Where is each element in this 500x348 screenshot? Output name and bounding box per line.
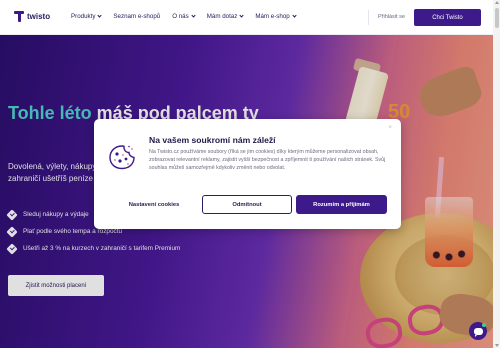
- chat-bubble-icon: [473, 327, 483, 337]
- logo-text: twisto: [27, 12, 51, 21]
- cookie-dialog-text: Na Twisto.cz používáme soubory (říká se …: [149, 149, 386, 172]
- accept-cookies-button[interactable]: Rozumím a přijímám: [296, 195, 387, 214]
- scroll-down-arrow-icon[interactable]: [494, 344, 499, 347]
- scroll-up-arrow-icon[interactable]: [494, 1, 499, 4]
- chat-button[interactable]: [469, 322, 487, 340]
- chevron-down-icon: [97, 13, 103, 18]
- scrollbar-thumb[interactable]: [494, 8, 499, 28]
- nav-label: O nás: [172, 13, 189, 20]
- header-divider: [368, 10, 369, 25]
- site-header: twisto Produkty Seznam e-shopů O nás Mám…: [0, 0, 493, 35]
- twisto-logo-icon: [14, 11, 24, 22]
- nav-item-seznam-eshopu[interactable]: Seznam e-shopů: [113, 13, 160, 20]
- nav-label: Mám dotaz: [206, 13, 238, 20]
- nav-label: Mám e-shop: [255, 13, 290, 20]
- nav-item-mam-dotaz[interactable]: Mám dotaz: [207, 13, 244, 20]
- online-status-dot: [482, 323, 486, 327]
- nav-label: Produkty: [71, 13, 96, 20]
- chevron-down-icon: [239, 13, 244, 18]
- cookie-dialog-title: Na vašem soukromí nám záleží: [149, 135, 276, 145]
- get-twisto-button[interactable]: Chci Twisto: [414, 9, 481, 26]
- chevron-down-icon: [191, 13, 196, 18]
- nav-label: Seznam e-shopů: [113, 13, 161, 20]
- nav-item-produkty[interactable]: Produkty: [71, 13, 103, 20]
- close-icon[interactable]: ×: [388, 125, 392, 131]
- login-link[interactable]: Přihlásit se: [378, 14, 405, 20]
- cookie-consent-dialog: × Na vašem soukromí nám záleží Na Twisto…: [94, 119, 401, 229]
- cookie-icon: [109, 145, 135, 170]
- reject-cookies-button[interactable]: Odmítnout: [202, 195, 292, 214]
- twisto-logo[interactable]: twisto: [14, 11, 50, 22]
- cookie-settings-button[interactable]: Nastavení cookies: [114, 196, 194, 214]
- nav-item-o-nas[interactable]: O nás: [172, 13, 196, 20]
- vertical-scrollbar[interactable]: [493, 0, 500, 348]
- main-nav: Produkty Seznam e-shopů O nás Mám dotaz …: [71, 13, 308, 20]
- page: 50 Tohle léto máš pod palcem ty Dovolená…: [0, 0, 500, 348]
- chevron-down-icon: [292, 13, 297, 18]
- nav-item-mam-eshop[interactable]: Mám e-shop: [255, 13, 297, 20]
